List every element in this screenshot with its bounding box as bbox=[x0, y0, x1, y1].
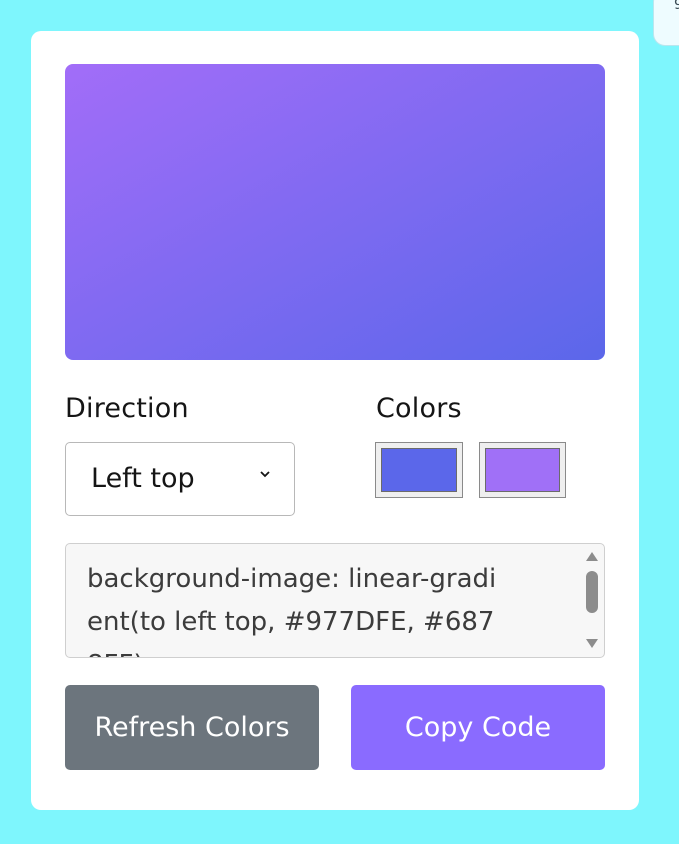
direction-select[interactable]: Left top bbox=[65, 442, 295, 516]
color-swatch-2 bbox=[485, 448, 560, 492]
corner-chip-text: 9 bbox=[674, 0, 679, 13]
corner-chip: 9 bbox=[653, 0, 679, 46]
color-swatch-1 bbox=[381, 448, 457, 492]
scroll-up-arrow-icon[interactable] bbox=[586, 552, 598, 561]
direction-selected-value: Left top bbox=[91, 463, 195, 494]
chevron-down-icon bbox=[260, 471, 270, 478]
gradient-preview bbox=[65, 64, 605, 360]
color-picker-2[interactable] bbox=[479, 442, 566, 498]
css-code-textarea[interactable]: background-image: linear-gradient(to lef… bbox=[65, 543, 605, 658]
color-picker-1[interactable] bbox=[375, 442, 463, 498]
refresh-colors-button[interactable]: Refresh Colors bbox=[65, 685, 319, 770]
scrollbar-thumb[interactable] bbox=[586, 571, 598, 613]
gradient-generator-card: Direction Colors Left top background-ima… bbox=[31, 31, 639, 810]
scroll-down-arrow-icon[interactable] bbox=[586, 639, 598, 648]
colors-label: Colors bbox=[376, 393, 462, 424]
direction-label: Direction bbox=[65, 393, 189, 424]
copy-code-button[interactable]: Copy Code bbox=[351, 685, 605, 770]
css-code-text: background-image: linear-gradient(to lef… bbox=[87, 564, 497, 657]
code-scrollbar[interactable] bbox=[584, 550, 598, 652]
